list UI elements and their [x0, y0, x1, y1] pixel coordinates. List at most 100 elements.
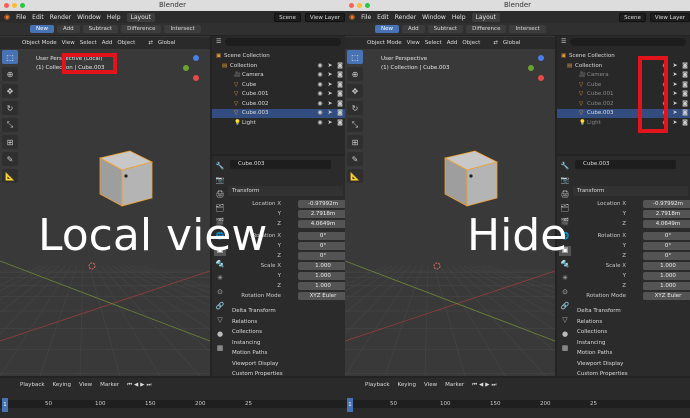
tool-tab-icon[interactable]: 🔧: [214, 162, 226, 172]
outliner-item-cube-002[interactable]: ▽ Cube.002 ◉ ➤ ◙: [212, 100, 345, 109]
modifier-tab-icon[interactable]: 🔩: [214, 260, 226, 270]
playback-controls[interactable]: ⏮◀▶⏭: [472, 382, 498, 389]
menu-item-window[interactable]: Window: [77, 14, 101, 21]
rotation-value-field[interactable]: 0°: [643, 252, 690, 260]
gizmo-z-icon[interactable]: [538, 55, 544, 61]
cursor-icon[interactable]: ⊕: [347, 67, 363, 81]
object-mode-dropdown[interactable]: Object Mode: [22, 40, 57, 46]
scale-value-field[interactable]: 1.000: [643, 262, 690, 270]
output-tab-icon[interactable]: 🖨: [559, 190, 571, 200]
render-camera-icon[interactable]: ◙: [682, 62, 688, 69]
selectable-icon[interactable]: ➤: [672, 91, 678, 97]
selectable-icon[interactable]: ➤: [672, 62, 678, 69]
section-collections[interactable]: Collections: [573, 327, 688, 337]
outliner-display-mode-icon[interactable]: ☰: [561, 38, 566, 48]
timeline-menu-marker[interactable]: Marker: [445, 382, 464, 388]
gizmo-y-icon[interactable]: [528, 65, 534, 71]
scale-value-field[interactable]: 1.000: [298, 272, 345, 280]
playhead[interactable]: 1: [347, 398, 353, 412]
menu-item-render[interactable]: Render: [50, 14, 71, 21]
scene-collection-row[interactable]: ▣ Scene Collection: [212, 52, 345, 61]
rotation-value-field[interactable]: 0°: [643, 242, 690, 250]
selectable-icon[interactable]: ➤: [327, 119, 333, 126]
select-box-icon[interactable]: ⬚: [347, 50, 363, 64]
tool-tab-icon[interactable]: 🔧: [559, 162, 571, 172]
close-window-icon[interactable]: [349, 3, 354, 8]
render-tab-icon[interactable]: 📷: [559, 176, 571, 186]
selectable-icon[interactable]: ➤: [327, 62, 333, 69]
3d-cursor-icon[interactable]: [433, 262, 441, 270]
scale-value-field[interactable]: 1.000: [643, 272, 690, 280]
render-camera-icon[interactable]: ◙: [337, 81, 343, 88]
measure-icon[interactable]: 📐: [347, 169, 363, 183]
traffic-lights[interactable]: [349, 3, 370, 8]
gizmo-z-icon[interactable]: [193, 55, 199, 61]
scale-value-field[interactable]: 1.000: [298, 282, 345, 290]
transform-section-header[interactable]: Transform: [573, 186, 688, 196]
material-tab-icon[interactable]: ●: [214, 330, 226, 340]
transform-orientation-icon[interactable]: ⇄: [493, 40, 498, 46]
select-menu[interactable]: Select: [425, 40, 442, 46]
render-camera-icon[interactable]: ◙: [682, 110, 688, 116]
physics-tab-icon[interactable]: ⊙: [559, 288, 571, 298]
selectable-icon[interactable]: ➤: [327, 110, 333, 116]
selectable-icon[interactable]: ➤: [672, 81, 678, 88]
orientation-dropdown[interactable]: Global: [503, 40, 521, 46]
mode-button-add[interactable]: Add: [57, 25, 80, 33]
blender-logo-icon[interactable]: ◉: [349, 13, 355, 21]
workspace-tab-layout[interactable]: Layout: [126, 12, 155, 22]
mode-button-intersect[interactable]: Intersect: [509, 25, 546, 33]
object-name-field[interactable]: Cube.003: [575, 160, 676, 169]
menu-item-help[interactable]: Help: [452, 14, 466, 21]
mode-button-difference[interactable]: Difference: [466, 25, 507, 33]
section-delta-transform[interactable]: Delta Transform: [573, 306, 688, 316]
section-motion-paths[interactable]: Motion Paths: [228, 348, 343, 358]
transform-section-header[interactable]: Transform: [228, 186, 343, 196]
section-instancing[interactable]: Instancing: [228, 338, 343, 348]
timeline-menu-playback[interactable]: Playback: [365, 382, 390, 388]
selectable-icon[interactable]: ➤: [672, 100, 678, 107]
add-menu[interactable]: Add: [447, 40, 458, 46]
section-relations[interactable]: Relations: [573, 317, 688, 327]
location-value-field[interactable]: 4.0649m: [298, 220, 345, 228]
transform-orientation-icon[interactable]: ⇄: [148, 40, 153, 46]
render-camera-icon[interactable]: ◙: [337, 100, 343, 107]
minimize-window-icon[interactable]: [12, 3, 17, 8]
3d-cursor-icon[interactable]: [88, 262, 96, 270]
select-box-icon[interactable]: ⬚: [2, 50, 18, 64]
visibility-eye-icon[interactable]: ◉: [317, 81, 323, 88]
modifier-tab-icon[interactable]: 🔩: [559, 260, 571, 270]
outliner-item-cube[interactable]: ▽ Cube ◉ ➤ ◙: [557, 81, 690, 90]
3d-viewport[interactable]: [345, 36, 555, 376]
orientation-dropdown[interactable]: Global: [158, 40, 176, 46]
3d-viewport[interactable]: [0, 36, 210, 376]
selectable-icon[interactable]: ➤: [672, 110, 678, 116]
outliner-item-camera[interactable]: 🎥 Camera ◉ ➤ ◙: [212, 71, 345, 80]
render-camera-icon[interactable]: ◙: [682, 81, 688, 88]
mode-button-new[interactable]: New: [30, 25, 54, 33]
playhead[interactable]: 1: [2, 398, 8, 412]
rotation-mode-dropdown[interactable]: XYZ Euler: [298, 292, 345, 300]
texture-tab-icon[interactable]: ▦: [214, 344, 226, 354]
section-motion-paths[interactable]: Motion Paths: [573, 348, 688, 358]
object-name-field[interactable]: Cube.003: [230, 160, 331, 169]
mode-button-subtract[interactable]: Subtract: [82, 25, 119, 33]
mode-button-new[interactable]: New: [375, 25, 399, 33]
rotation-value-field[interactable]: 0°: [643, 232, 690, 240]
object-menu[interactable]: Object: [462, 40, 480, 46]
data-tab-icon[interactable]: ▽: [559, 316, 571, 326]
menu-item-file[interactable]: File: [16, 14, 26, 21]
visibility-eye-icon[interactable]: ◉: [317, 100, 323, 107]
section-collections[interactable]: Collections: [228, 327, 343, 337]
outliner-item-camera[interactable]: 🎥 Camera ◉ ➤ ◙: [557, 71, 690, 80]
cursor-icon[interactable]: ⊕: [2, 67, 18, 81]
zoom-window-icon[interactable]: [20, 3, 25, 8]
frame-ruler[interactable]: 50 100 150 200 25: [345, 400, 690, 408]
render-camera-icon[interactable]: ◙: [682, 91, 688, 97]
frame-ruler[interactable]: 50 100 150 200 25: [0, 400, 345, 408]
outliner-display-mode-icon[interactable]: ☰: [216, 38, 221, 48]
visibility-eye-icon[interactable]: ◉: [317, 110, 323, 116]
outliner-item-cube-003[interactable]: ▽ Cube.003 ◉ ➤ ◙: [212, 109, 345, 118]
outliner-search-input[interactable]: [225, 38, 341, 46]
mode-button-difference[interactable]: Difference: [121, 25, 162, 33]
